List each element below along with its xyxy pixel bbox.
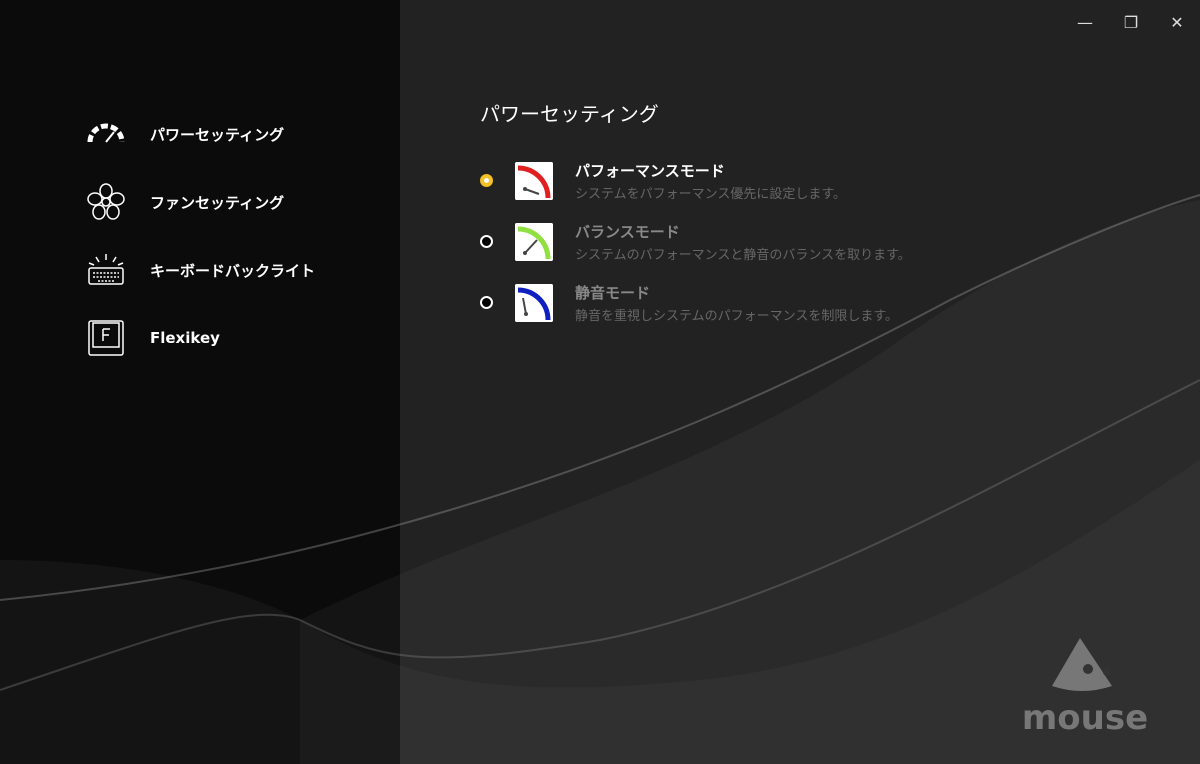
- power-mode-list: パフォーマンスモード システムをパフォーマンス優先に設定します。 バランスモードシ…: [480, 150, 911, 333]
- sidebar-item-label: Flexikey: [150, 329, 220, 347]
- mode-title: パフォーマンスモード: [575, 161, 725, 180]
- sidebar-item-fan[interactable]: ファンセッティング: [86, 168, 315, 236]
- mouse-logo: mouse: [1022, 638, 1148, 734]
- fan-icon: [87, 183, 125, 220]
- mode-title: バランスモード: [575, 222, 680, 241]
- sidebar-nav: パワーセッティング ファンセッティング キーボードバックライト Flexikey: [86, 100, 315, 372]
- performance-gauge-icon: [515, 161, 553, 200]
- sidebar-item-label: パワーセッティング: [150, 125, 285, 144]
- balance-gauge-icon: [515, 222, 553, 261]
- mode-title: 静音モード: [575, 283, 651, 302]
- quiet-radio[interactable]: [480, 296, 493, 309]
- close-button[interactable]: ✕: [1154, 0, 1200, 44]
- speedometer-icon: [87, 123, 125, 143]
- minimize-button[interactable]: —: [1062, 0, 1108, 44]
- page-title: パワーセッティング: [480, 102, 659, 126]
- sidebar-item-power[interactable]: パワーセッティング: [86, 100, 315, 168]
- restore-button[interactable]: ❐: [1108, 0, 1154, 44]
- mode-performance[interactable]: パフォーマンスモードシステムをパフォーマンス優先に設定します。: [480, 150, 911, 211]
- window-controls: — ❐ ✕: [1062, 0, 1200, 44]
- sidebar-item-label: キーボードバックライト: [150, 261, 316, 280]
- mode-description: システムをパフォーマンス優先に設定します。: [575, 186, 847, 202]
- balance-radio[interactable]: [480, 235, 493, 248]
- performance-radio[interactable]: [480, 174, 493, 187]
- sidebar-item-keyboard-backlight[interactable]: キーボードバックライト: [86, 236, 315, 304]
- flexikey-icon: [88, 320, 124, 356]
- sidebar-item-flexikey[interactable]: Flexikey: [86, 304, 315, 372]
- quiet-gauge-icon: [515, 283, 553, 322]
- mode-description: 静音を重視しシステムのパフォーマンスを制限します。: [575, 308, 899, 324]
- mode-description: システムのパフォーマンスと静音のバランスを取ります。: [575, 247, 911, 263]
- mode-balance[interactable]: バランスモードシステムのパフォーマンスと静音のバランスを取ります。: [480, 211, 911, 272]
- logo-text: mouse: [1022, 698, 1148, 734]
- keyboard-backlight-icon: [88, 254, 124, 285]
- mode-quiet[interactable]: 静音モード静音を重視しシステムのパフォーマンスを制限します。: [480, 272, 911, 333]
- sidebar-item-label: ファンセッティング: [150, 193, 285, 212]
